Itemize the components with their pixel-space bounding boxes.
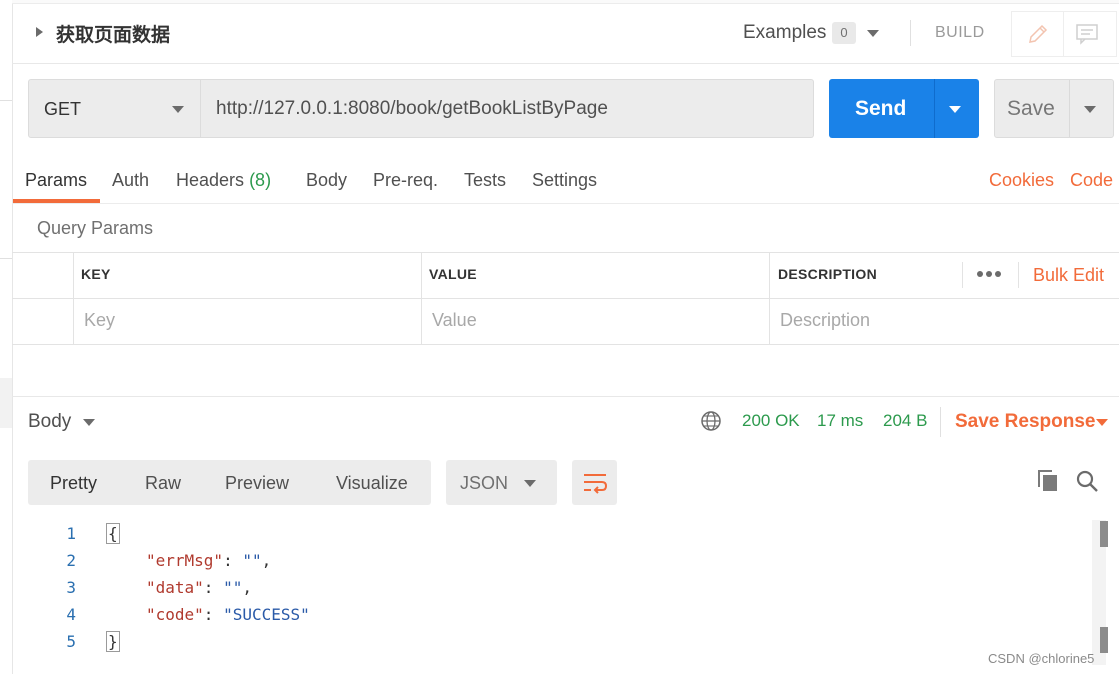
chevron-down-icon[interactable] (83, 419, 95, 426)
table-border (1018, 262, 1019, 288)
json-key: "data" (146, 578, 204, 597)
table-border (421, 252, 422, 345)
json-value: "" (223, 578, 243, 597)
examples-count-badge: 0 (832, 22, 856, 44)
globe-icon[interactable] (700, 410, 722, 432)
column-header-description: DESCRIPTION (778, 266, 877, 282)
watermark: CSDN @chlorine5 (988, 651, 1095, 666)
key-input[interactable]: Key (84, 310, 115, 331)
view-preview-button[interactable]: Preview (225, 473, 289, 494)
close-brace: } (106, 631, 120, 652)
open-brace: { (106, 523, 120, 544)
chevron-down-icon[interactable] (949, 106, 961, 113)
headers-count: (8) (249, 170, 272, 190)
chevron-down-icon[interactable] (172, 106, 184, 113)
chevron-down-icon[interactable] (1084, 106, 1096, 113)
scrollbar-thumb[interactable] (1100, 627, 1108, 653)
divider (12, 63, 1119, 64)
line-number: 5 (66, 632, 76, 651)
divider (1069, 80, 1070, 137)
toolbar-icon-group (1011, 11, 1117, 57)
column-header-key: KEY (81, 266, 111, 282)
copy-icon[interactable] (1036, 469, 1060, 493)
divider (12, 203, 1119, 204)
tab-prereq[interactable]: Pre-req. (373, 170, 438, 191)
table-border (73, 252, 74, 345)
tab-tests[interactable]: Tests (464, 170, 506, 191)
response-time[interactable]: 17 ms (817, 411, 863, 431)
json-key: "errMsg" (146, 551, 224, 570)
wrap-lines-icon (584, 474, 608, 494)
json-key: "code" (146, 605, 204, 624)
scrollbar-thumb[interactable] (1100, 521, 1108, 547)
cookies-link[interactable]: Cookies (989, 170, 1054, 191)
response-body-dropdown[interactable]: Body (28, 411, 71, 433)
chevron-down-icon[interactable] (867, 30, 879, 37)
code-line: "code": "SUCCESS" (146, 605, 310, 624)
caret-right-icon[interactable] (36, 27, 43, 37)
view-raw-button[interactable]: Raw (145, 473, 181, 494)
chevron-down-icon[interactable] (1096, 419, 1108, 426)
tab-strip-edge (12, 0, 1119, 4)
tab-headers[interactable]: Headers (8) (176, 170, 271, 191)
search-icon[interactable] (1075, 469, 1099, 493)
save-button-label[interactable]: Save (1007, 97, 1055, 121)
format-select-value: JSON (460, 473, 509, 493)
code-link[interactable]: Code (1070, 170, 1113, 191)
value-input[interactable]: Value (432, 310, 477, 331)
divider (910, 20, 911, 46)
view-visualize-button[interactable]: Visualize (336, 473, 408, 494)
line-number: 3 (66, 578, 76, 597)
wrap-lines-button[interactable] (572, 460, 617, 505)
line-number: 1 (66, 524, 76, 543)
request-title[interactable]: 获取页面数据 (56, 20, 170, 47)
tab-headers-label: Headers (176, 170, 245, 190)
table-border (12, 252, 1119, 253)
json-value: "SUCCESS" (223, 605, 310, 624)
query-params-label: Query Params (37, 218, 154, 238)
tab-auth[interactable]: Auth (112, 170, 149, 191)
table-border (12, 298, 1119, 299)
code-line: { (106, 523, 120, 544)
tab-body[interactable]: Body (306, 170, 347, 191)
column-header-value: VALUE (429, 266, 477, 282)
json-value: "" (242, 551, 262, 570)
send-button-label[interactable]: Send (855, 97, 906, 121)
response-size[interactable]: 204 B (883, 411, 927, 431)
table-border (769, 252, 770, 345)
code-line: } (106, 631, 120, 652)
table-border (12, 344, 1119, 345)
comment-icon[interactable] (1075, 23, 1099, 45)
view-pretty-button[interactable]: Pretty (50, 473, 97, 494)
divider (940, 407, 941, 437)
more-dots-icon[interactable] (976, 270, 1002, 278)
method-label: GET (44, 99, 82, 119)
bulk-edit-link[interactable]: Bulk Edit (1033, 265, 1104, 286)
edit-pencil-icon[interactable] (1026, 22, 1050, 46)
status-code[interactable]: 200 OK (742, 411, 800, 431)
divider (12, 396, 1119, 397)
line-number: 4 (66, 605, 76, 624)
tab-params[interactable]: Params (25, 170, 87, 191)
build-button[interactable]: BUILD (935, 24, 985, 42)
save-response-button[interactable]: Save Response (955, 411, 1095, 433)
chevron-down-icon[interactable] (524, 480, 536, 487)
line-number: 2 (66, 551, 76, 570)
code-line: "data": "", (146, 578, 252, 597)
description-input[interactable]: Description (780, 310, 870, 331)
tab-settings[interactable]: Settings (532, 170, 597, 191)
left-sidebar-edge (0, 0, 13, 674)
examples-dropdown-label[interactable]: Examples (743, 22, 826, 44)
url-input-value[interactable]: http://127.0.0.1:8080/book/getBookListBy… (216, 98, 608, 120)
divider (934, 79, 935, 138)
code-line: "errMsg": "", (146, 551, 272, 570)
table-border (962, 262, 963, 288)
